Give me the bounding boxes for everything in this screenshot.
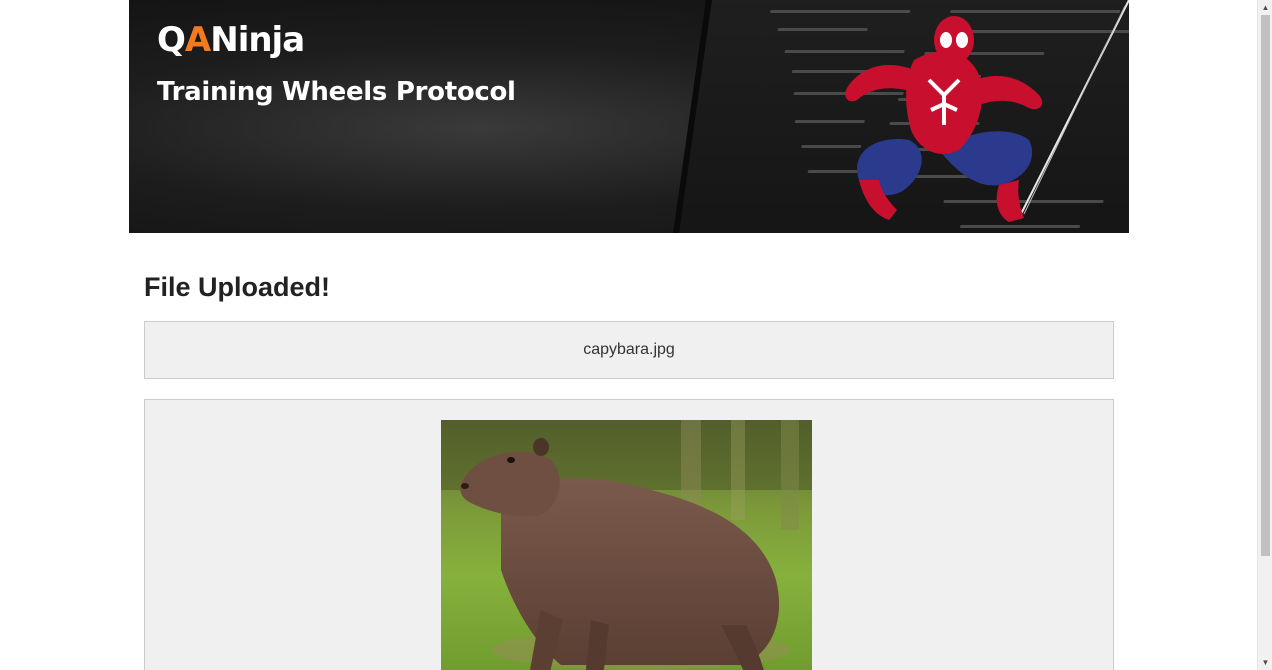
uploaded-capybara-photo: [441, 420, 812, 670]
header-banner: QANinja Training Wheels Protocol: [129, 0, 1129, 233]
scroll-down-arrow-icon[interactable]: ▼: [1258, 655, 1272, 670]
page-title: File Uploaded!: [144, 272, 331, 302]
spider-man-illustration: [845, 0, 1129, 222]
qaninja-logo: QANinja: [157, 20, 305, 60]
uploaded-image-preview-box: [144, 399, 1114, 670]
page: QANinja Training Wheels Protocol File Up…: [0, 0, 1272, 670]
scrollbar-thumb[interactable]: [1261, 15, 1270, 556]
uploaded-file-name: capybara.jpg: [583, 341, 675, 358]
banner-title: Training Wheels Protocol: [157, 77, 516, 107]
scroll-up-arrow-icon[interactable]: ▲: [1258, 0, 1272, 15]
uploaded-file-name-box: capybara.jpg: [144, 321, 1114, 379]
vertical-scrollbar[interactable]: ▲ ▼: [1257, 0, 1272, 670]
